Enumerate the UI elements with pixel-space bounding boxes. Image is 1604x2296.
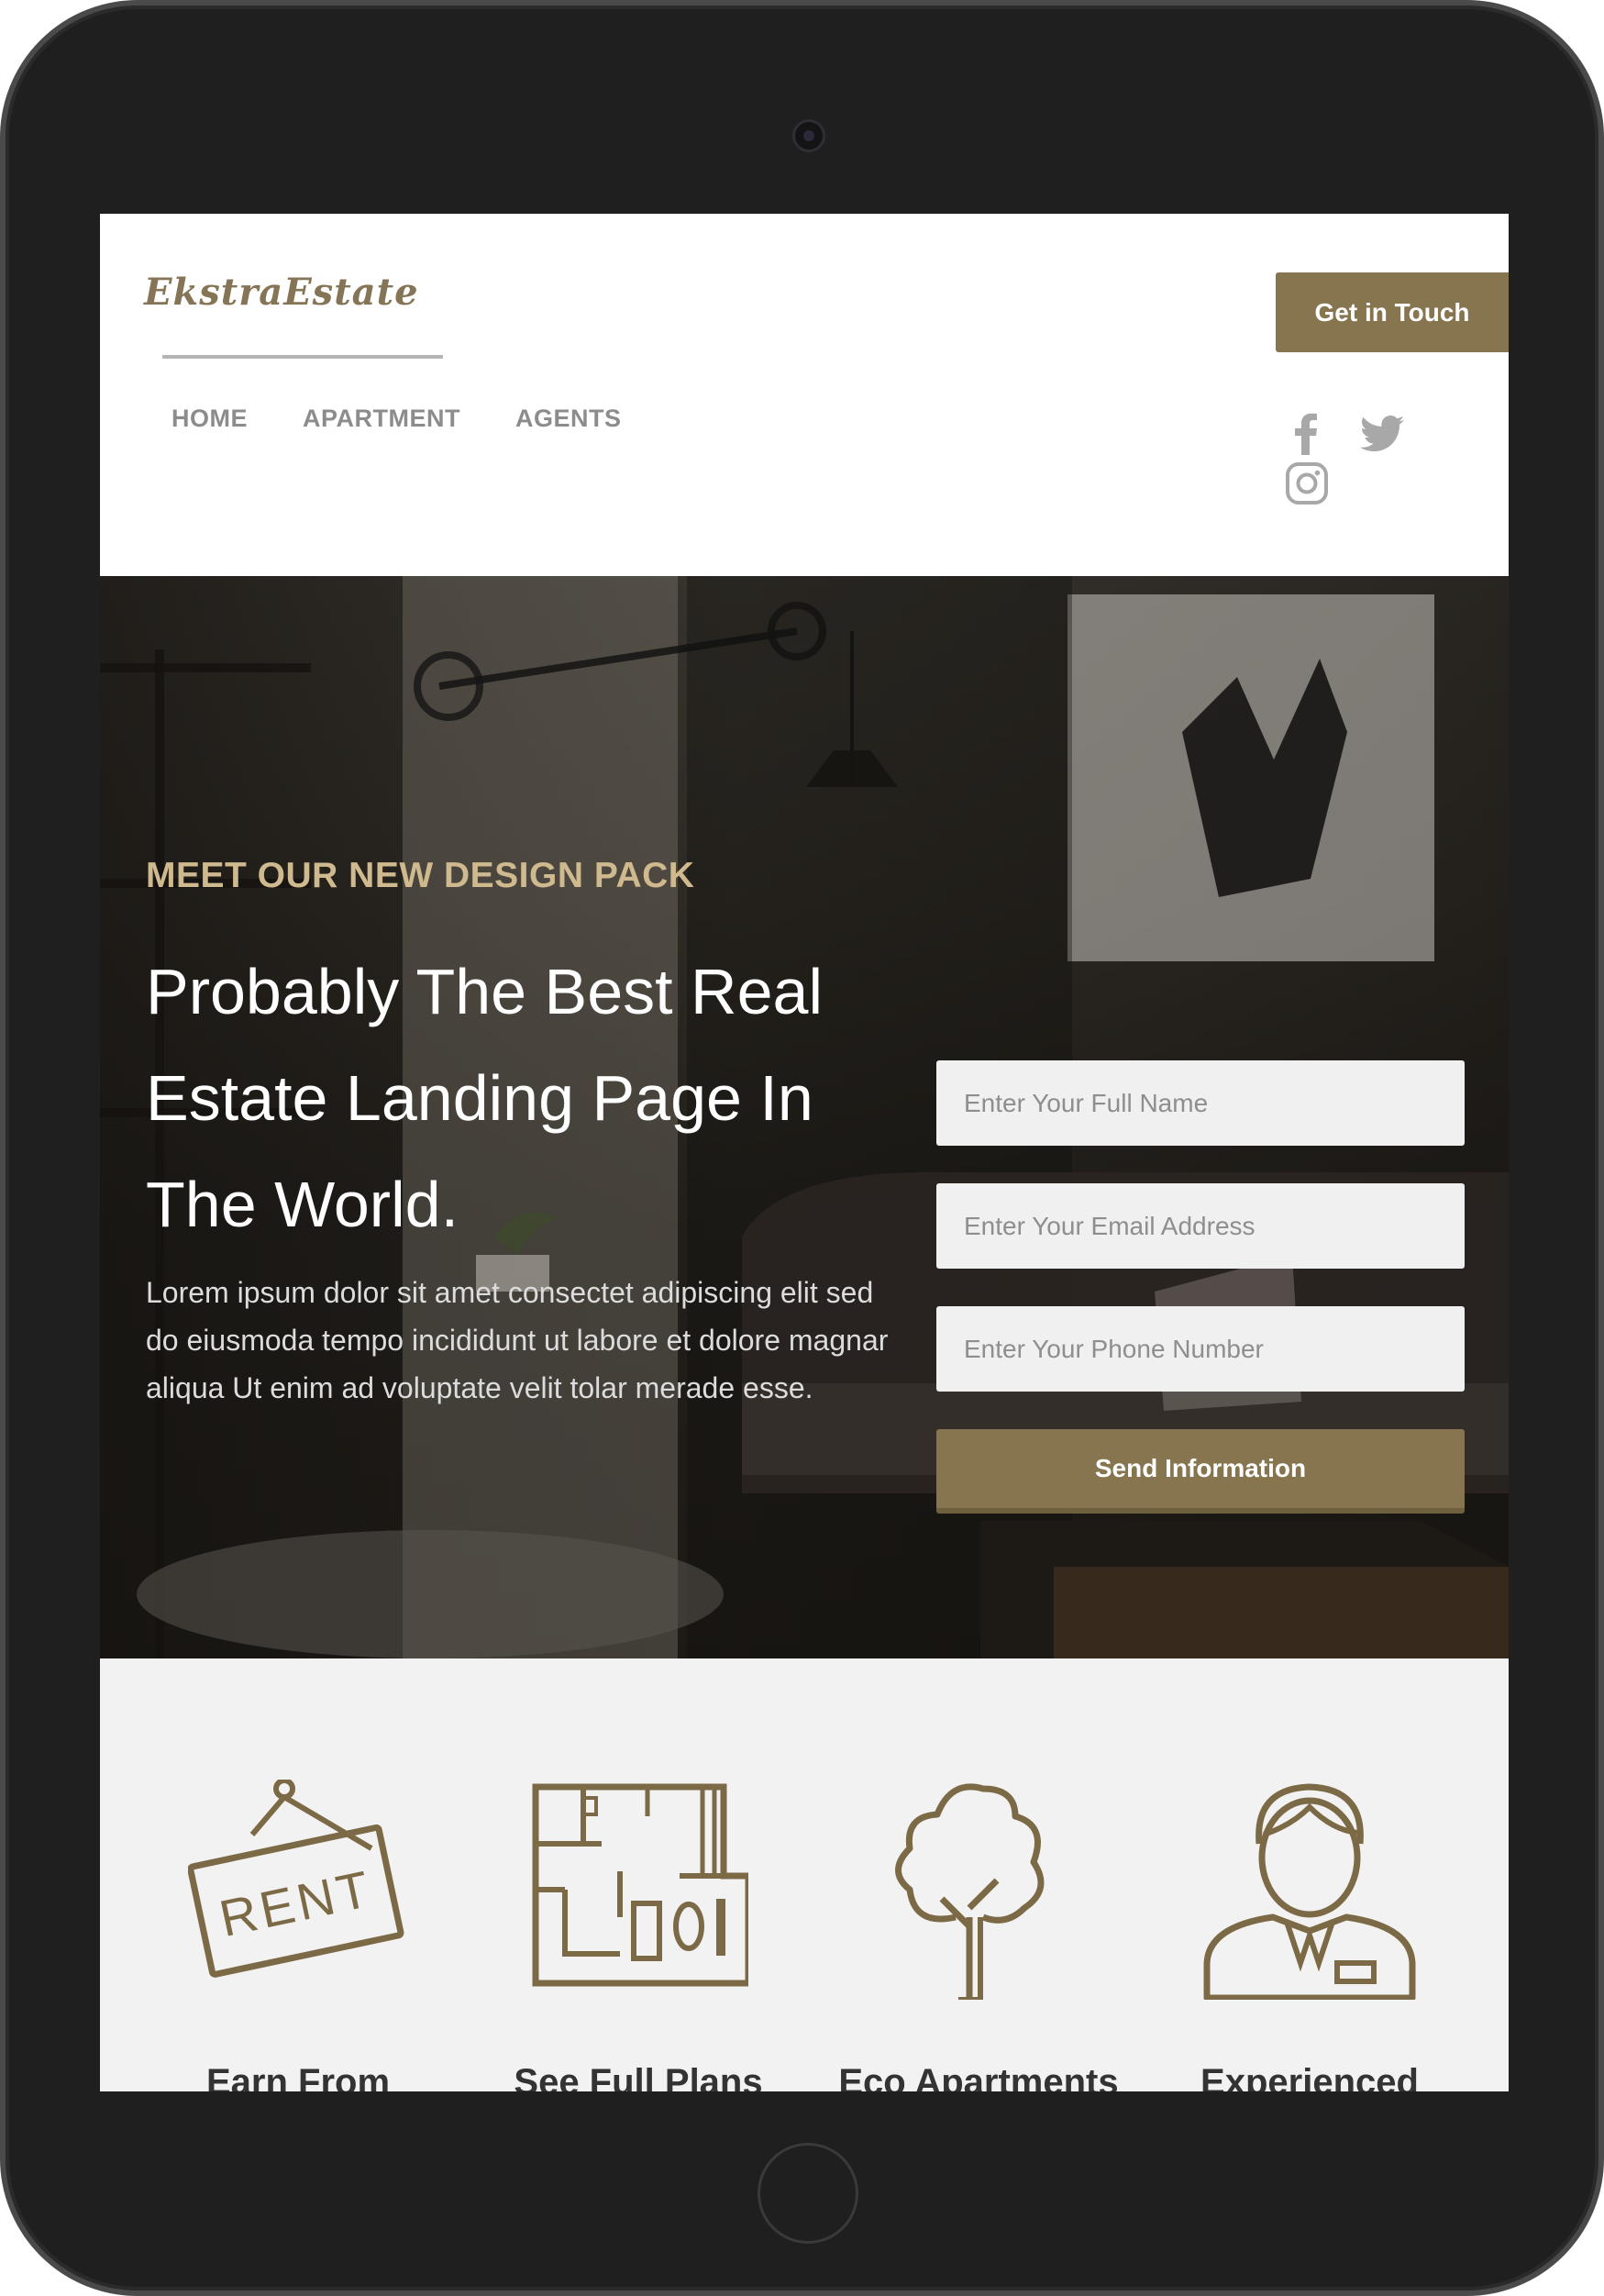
screen: EkstraEstate Get in Touch HOME APARTMENT… xyxy=(100,214,1509,2091)
nav-item-apartment[interactable]: APARTMENT xyxy=(303,405,460,433)
send-information-button[interactable]: Send Information xyxy=(936,1429,1465,1514)
camera-icon xyxy=(792,119,825,152)
hero-section: MEET OUR NEW DESIGN PACK Probably The Be… xyxy=(100,576,1509,1658)
tablet-frame: EkstraEstate Get in Touch HOME APARTMENT… xyxy=(0,0,1604,2296)
full-name-input[interactable]: Enter Your Full Name xyxy=(936,1060,1465,1146)
main-nav: HOME APARTMENT AGENTS xyxy=(171,405,622,433)
home-button[interactable] xyxy=(758,2143,858,2244)
agent-icon xyxy=(1203,1783,1416,2000)
feature-label-plans: See Full Plans xyxy=(514,2062,763,2091)
site-header: EkstraEstate Get in Touch HOME APARTMENT… xyxy=(100,214,1509,576)
svg-text:RENT: RENT xyxy=(215,1859,378,1948)
hero-eyebrow: MEET OUR NEW DESIGN PACK xyxy=(146,856,695,895)
facebook-icon[interactable] xyxy=(1292,411,1320,455)
tree-icon xyxy=(895,1783,1045,2000)
get-in-touch-button[interactable]: Get in Touch xyxy=(1276,272,1509,352)
nav-item-home[interactable]: HOME xyxy=(171,405,248,433)
hero-lead-text: Lorem ipsum dolor sit amet consectet adi… xyxy=(146,1276,889,1404)
nav-item-agents[interactable]: AGENTS xyxy=(515,405,622,433)
features-section: RENT Earn From See Full Plans Eco Apartm… xyxy=(100,1658,1509,2091)
feature-label-rent: Earn From xyxy=(205,2062,391,2091)
email-input[interactable]: Enter Your Email Address xyxy=(936,1183,1465,1269)
instagram-icon[interactable] xyxy=(1285,461,1329,505)
rent-sign-icon: RENT xyxy=(188,1780,404,1978)
site-logo[interactable]: EkstraEstate xyxy=(144,271,419,314)
hero-headline: Probably The Best Real Estate Landing Pa… xyxy=(146,956,824,1240)
floor-plan-icon xyxy=(532,1783,748,1987)
feature-label-agent: Experienced xyxy=(1200,2062,1419,2091)
phone-input[interactable]: Enter Your Phone Number xyxy=(936,1306,1465,1392)
feature-label-eco: Eco Apartments xyxy=(838,2062,1119,2091)
logo-underline xyxy=(162,355,443,359)
twitter-icon[interactable] xyxy=(1360,416,1404,452)
